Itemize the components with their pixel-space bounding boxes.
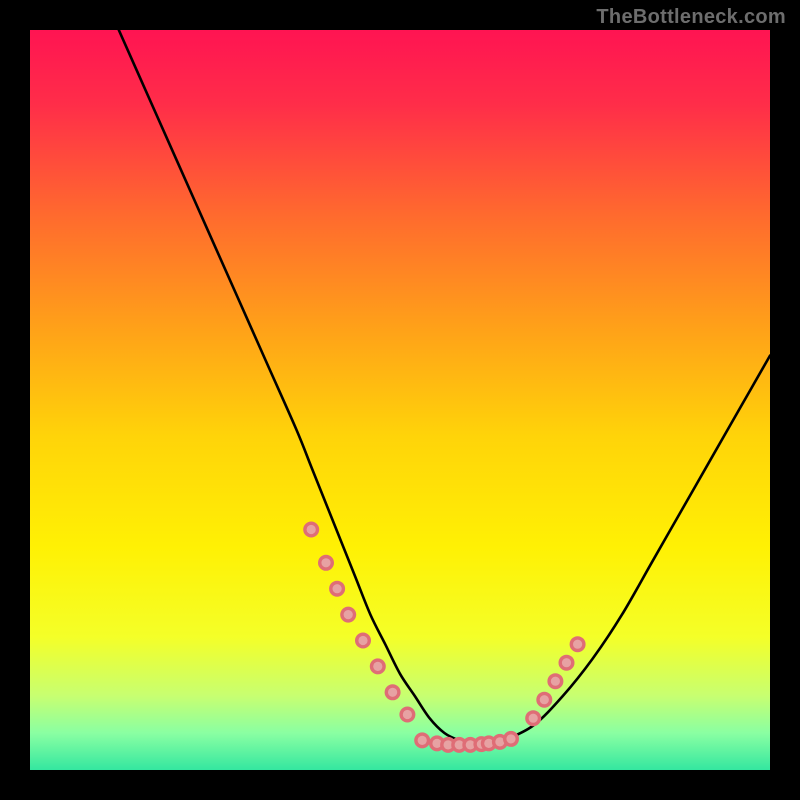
- marker-dot: [355, 633, 371, 649]
- marker-dot: [536, 692, 552, 708]
- marker-dot: [525, 710, 541, 726]
- marker-dot: [547, 673, 563, 689]
- marker-dot: [570, 636, 586, 652]
- marker-dot: [399, 707, 415, 723]
- marker-dot: [503, 731, 519, 747]
- marker-dot: [559, 655, 575, 671]
- marker-dot: [318, 555, 334, 571]
- chart-stage: TheBottleneck.com: [0, 0, 800, 800]
- marker-dot: [414, 732, 430, 748]
- chart-plot-area: [30, 30, 770, 770]
- marker-dot: [385, 684, 401, 700]
- watermark-text: TheBottleneck.com: [596, 6, 786, 29]
- marker-dot: [340, 607, 356, 623]
- marker-dot: [370, 658, 386, 674]
- data-markers: [30, 30, 770, 770]
- marker-dot: [303, 522, 319, 538]
- marker-dot: [329, 581, 345, 597]
